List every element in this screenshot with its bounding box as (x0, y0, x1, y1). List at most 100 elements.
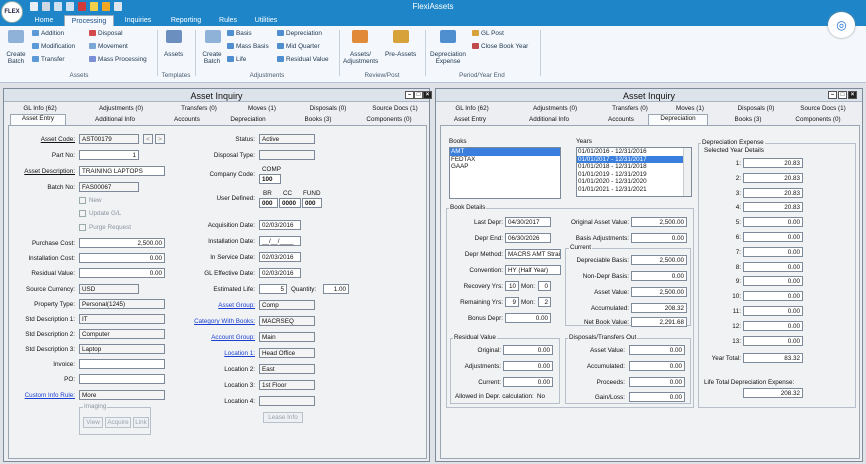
asset-value-field[interactable]: 2,500.00 (631, 287, 687, 297)
po-field[interactable] (79, 374, 165, 384)
in-service-date-field[interactable]: 02/03/2016 (259, 252, 301, 262)
non-depr-basis-field[interactable]: 0.00 (631, 271, 687, 281)
ud-br-field[interactable]: 000 (259, 198, 278, 208)
save-icon[interactable] (54, 2, 62, 11)
dep-line-field[interactable]: 0.00 (743, 306, 803, 316)
print-icon[interactable] (66, 2, 74, 11)
dep-line-field[interactable]: 0.00 (743, 291, 803, 302)
dep-line-field[interactable]: 20.83 (743, 202, 803, 213)
original-asset-value-field[interactable]: 2,500.00 (631, 217, 687, 227)
tab-asset-entry[interactable]: Asset Entry (442, 116, 498, 123)
dep-line-field[interactable]: 0.00 (743, 261, 803, 272)
last-depr-field[interactable]: 04/30/2017 (505, 217, 551, 227)
tab-additional-info[interactable]: Additional Info (80, 116, 150, 123)
prev-asset-button[interactable]: < (143, 134, 153, 144)
accumulated-field[interactable]: 208.32 (631, 303, 687, 313)
asset-group-field[interactable]: Comp (259, 300, 315, 310)
asset-group-link[interactable]: Asset Group: (179, 302, 255, 309)
installation-date-field[interactable]: __/__/____ (259, 236, 301, 246)
custom-info-rule-link[interactable]: Custom Info Rule: (9, 392, 75, 399)
movement-button[interactable]: Movement (89, 43, 128, 50)
years-list[interactable]: 01/01/2016 - 12/31/2016 01/01/2017 - 12/… (576, 147, 692, 197)
rv-original-field[interactable]: 0.00 (503, 345, 553, 355)
dep-line-field[interactable]: 0.00 (743, 217, 803, 228)
dt-asset-value-field[interactable]: 0.00 (629, 345, 685, 355)
new-checkbox[interactable] (79, 197, 86, 204)
rv-adjustments-field[interactable]: 0.00 (503, 361, 553, 371)
year-item[interactable]: 01/01/2018 - 12/31/2018 (577, 163, 691, 171)
close-button[interactable]: × (423, 91, 432, 99)
batch-no-field[interactable]: FAS00067 (79, 182, 139, 192)
tab-gl-info[interactable]: GL Info (62) (442, 105, 502, 112)
tab-inquiries[interactable]: Inquiries (118, 15, 158, 26)
net-book-value-field[interactable]: 2,291.68 (631, 317, 687, 327)
year-item[interactable]: 01/01/2016 - 12/31/2016 (577, 148, 691, 156)
create-batch-adj-button[interactable]: Create Batch (199, 51, 225, 65)
tab-adjustments[interactable]: Adjustments (0) (520, 105, 590, 112)
basis-adjustments-field[interactable]: 0.00 (631, 233, 687, 243)
book-item[interactable]: GAAP (450, 163, 560, 171)
tab-source-docs[interactable]: Source Docs (1) (362, 105, 428, 112)
gain-loss-field[interactable]: 0.00 (629, 392, 685, 402)
folder-icon[interactable] (90, 2, 98, 11)
mass-basis-button[interactable]: Mass Basis (227, 43, 269, 50)
maximize-button[interactable]: □ (414, 91, 423, 99)
book-item[interactable]: FEDTAX (450, 156, 560, 164)
lease-info-button[interactable]: Lease Info (263, 412, 303, 423)
tab-gl-info[interactable]: GL Info (62) (10, 105, 70, 112)
tab-books[interactable]: Books (3) (288, 116, 348, 123)
tab-processing[interactable]: Processing (64, 15, 114, 26)
std-description-3-field[interactable]: Laptop (79, 344, 165, 354)
source-currency-field[interactable]: USD (79, 284, 139, 294)
next-asset-button[interactable]: > (155, 134, 165, 144)
custom-info-rule-field[interactable]: More (79, 390, 165, 400)
minimize-button[interactable]: – (828, 91, 837, 99)
link-button[interactable]: Link (133, 417, 149, 428)
location-2-field[interactable]: East (259, 364, 315, 374)
tab-additional-info[interactable]: Additional Info (514, 116, 584, 123)
undo-icon[interactable] (114, 2, 122, 11)
asset-description-field[interactable]: TRAINING LAPTOPS (79, 166, 165, 176)
tab-utilities[interactable]: Utilities (248, 15, 284, 26)
tab-transfers[interactable]: Transfers (0) (600, 105, 660, 112)
status-field[interactable]: Active (259, 134, 315, 144)
acquire-button[interactable]: Acquire (105, 417, 131, 428)
tab-books[interactable]: Books (3) (718, 116, 778, 123)
close-book-year-button[interactable]: Close Book Year (472, 43, 528, 50)
depreciation-button[interactable]: Depreciation (277, 30, 322, 37)
rv-current-field[interactable]: 0.00 (503, 377, 553, 387)
assets-template-button[interactable]: Assets (164, 51, 183, 58)
open-icon[interactable] (42, 2, 50, 11)
minimize-button[interactable]: – (405, 91, 414, 99)
modification-button[interactable]: Modification (32, 43, 75, 50)
gl-effective-date-field[interactable]: 02/03/2016 (259, 268, 301, 278)
disposal-type-field[interactable] (259, 150, 315, 160)
dep-line-field[interactable]: 0.00 (743, 276, 803, 287)
life-total-field[interactable]: 208.32 (743, 388, 803, 398)
std-description-2-field[interactable]: Computer (79, 329, 165, 339)
location-3-field[interactable]: 1st Floor (259, 380, 315, 390)
tab-moves[interactable]: Moves (1) (664, 105, 716, 112)
tab-depreciation[interactable]: Depreciation (648, 114, 708, 125)
dep-line-field[interactable]: 0.00 (743, 246, 803, 257)
delete-icon[interactable] (78, 2, 86, 11)
view-button[interactable]: View (83, 417, 103, 428)
tab-components[interactable]: Components (0) (784, 116, 852, 123)
residual-value-button[interactable]: Residual Value (277, 56, 329, 63)
tab-depreciation[interactable]: Depreciation (218, 116, 278, 123)
ud-fund-field[interactable]: 000 (302, 198, 322, 208)
tab-moves[interactable]: Moves (1) (236, 105, 288, 112)
acquisition-date-field[interactable]: 02/03/2016 (259, 220, 301, 230)
books-list[interactable]: AMT FEDTAX GAAP (449, 147, 561, 199)
tab-reporting[interactable]: Reporting (166, 15, 206, 26)
location-1-link[interactable]: Location 1: (179, 350, 255, 357)
tab-source-docs[interactable]: Source Docs (1) (790, 105, 856, 112)
dep-line-field[interactable]: 20.83 (743, 172, 803, 183)
maximize-button[interactable]: □ (838, 91, 847, 99)
convention-field[interactable]: HY (Half Year) (505, 265, 561, 275)
tab-asset-entry[interactable]: Asset Entry (10, 114, 66, 125)
account-group-field[interactable]: Main (259, 332, 315, 342)
disposal-button[interactable]: Disposal (89, 30, 123, 37)
lock-icon[interactable] (102, 2, 110, 11)
create-batch-button[interactable]: Create Batch (3, 51, 29, 65)
